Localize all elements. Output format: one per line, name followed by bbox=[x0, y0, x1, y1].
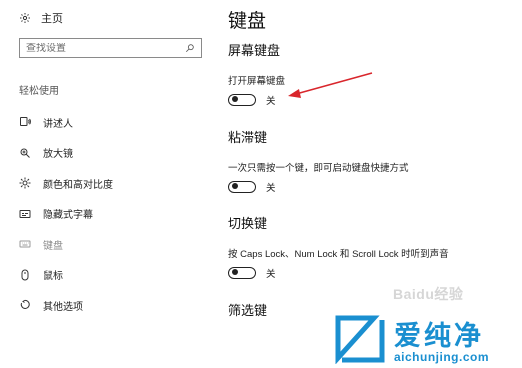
sidebar-nav: 讲述人 放大镜 颜色和高对比度 隐藏式字幕 键盘 鼠标 其他选项 bbox=[19, 107, 113, 321]
search-box[interactable] bbox=[19, 38, 202, 58]
sidebar-item-label: 隐藏式字幕 bbox=[43, 210, 93, 222]
group-toggle-keys: 切换键 按 Caps Lock、Num Lock 和 Scroll Lock 时… bbox=[228, 213, 449, 280]
group-heading: 筛选键 bbox=[228, 303, 268, 318]
sidebar-item-narrator[interactable]: 讲述人 bbox=[19, 107, 113, 138]
group-sticky-keys: 粘滞键 一次只需按一个键，即可启动键盘快捷方式 关 bbox=[228, 127, 409, 194]
toggle-state-label: 关 bbox=[266, 183, 276, 194]
section-title: 轻松使用 bbox=[19, 86, 59, 97]
page-title: 键盘 bbox=[228, 11, 267, 32]
mouse-icon bbox=[19, 269, 31, 281]
sidebar-item-label: 颜色和高对比度 bbox=[43, 179, 113, 191]
sidebar-item-other-options[interactable]: 其他选项 bbox=[19, 290, 113, 321]
sidebar: 主页 轻松使用 讲述人 放大镜 颜色和高对比度 bbox=[0, 0, 210, 368]
magnifier-icon bbox=[19, 147, 31, 159]
gear-icon bbox=[20, 13, 30, 23]
toggle-row: 关 bbox=[228, 180, 409, 194]
toggle-description: 打开屏幕键盘 bbox=[228, 76, 286, 87]
sidebar-item-magnifier[interactable]: 放大镜 bbox=[19, 138, 113, 169]
toggle-state-label: 关 bbox=[266, 269, 276, 280]
narrator-icon bbox=[19, 116, 31, 128]
sidebar-home[interactable]: 主页 bbox=[19, 10, 63, 26]
sticky-keys-toggle[interactable] bbox=[228, 181, 256, 193]
toggle-knob bbox=[232, 96, 238, 103]
search-icon[interactable] bbox=[185, 43, 195, 53]
sidebar-item-label: 键盘 bbox=[43, 240, 63, 252]
caption-icon bbox=[19, 208, 31, 220]
toggle-state-label: 关 bbox=[266, 96, 276, 107]
brand-name: 爱纯净 bbox=[394, 321, 484, 351]
sidebar-item-label: 放大镜 bbox=[43, 149, 73, 161]
baidu-watermark: Baidu经验 bbox=[393, 286, 464, 302]
sidebar-item-captions[interactable]: 隐藏式字幕 bbox=[19, 199, 113, 230]
sidebar-item-color-contrast[interactable]: 颜色和高对比度 bbox=[19, 168, 113, 199]
toggle-knob bbox=[232, 269, 238, 276]
group-filter-keys: 筛选键 bbox=[228, 300, 267, 333]
brand-url: aichunjing.com bbox=[394, 350, 490, 364]
sidebar-item-label: 讲述人 bbox=[43, 118, 73, 130]
group-on-screen-keyboard: 屏幕键盘 打开屏幕键盘 关 bbox=[228, 40, 285, 107]
keyboard-icon bbox=[19, 238, 31, 250]
sidebar-item-label: 其他选项 bbox=[43, 301, 83, 313]
sidebar-item-keyboard[interactable]: 键盘 bbox=[19, 229, 113, 260]
toggle-keys-toggle[interactable] bbox=[228, 267, 256, 279]
sidebar-item-label: 鼠标 bbox=[43, 271, 63, 283]
toggle-row: 关 bbox=[228, 93, 285, 107]
group-heading: 切换键 bbox=[228, 216, 268, 231]
toggle-description: 按 Caps Lock、Num Lock 和 Scroll Lock 时听到声音 bbox=[228, 249, 449, 260]
annotation-arrow bbox=[288, 72, 373, 98]
aichunjing-logo-icon bbox=[335, 315, 385, 364]
group-heading: 粘滞键 bbox=[228, 130, 268, 145]
search-input[interactable] bbox=[26, 42, 176, 54]
other-options-icon bbox=[19, 299, 31, 311]
toggle-description: 一次只需按一个键，即可启动键盘快捷方式 bbox=[228, 163, 409, 174]
home-label: 主页 bbox=[41, 13, 63, 25]
group-heading: 屏幕键盘 bbox=[228, 43, 281, 58]
toggle-row: 关 bbox=[228, 266, 449, 280]
on-screen-keyboard-toggle[interactable] bbox=[228, 94, 256, 106]
brightness-icon bbox=[19, 177, 31, 189]
sidebar-item-mouse[interactable]: 鼠标 bbox=[19, 260, 113, 291]
toggle-knob bbox=[232, 183, 238, 190]
